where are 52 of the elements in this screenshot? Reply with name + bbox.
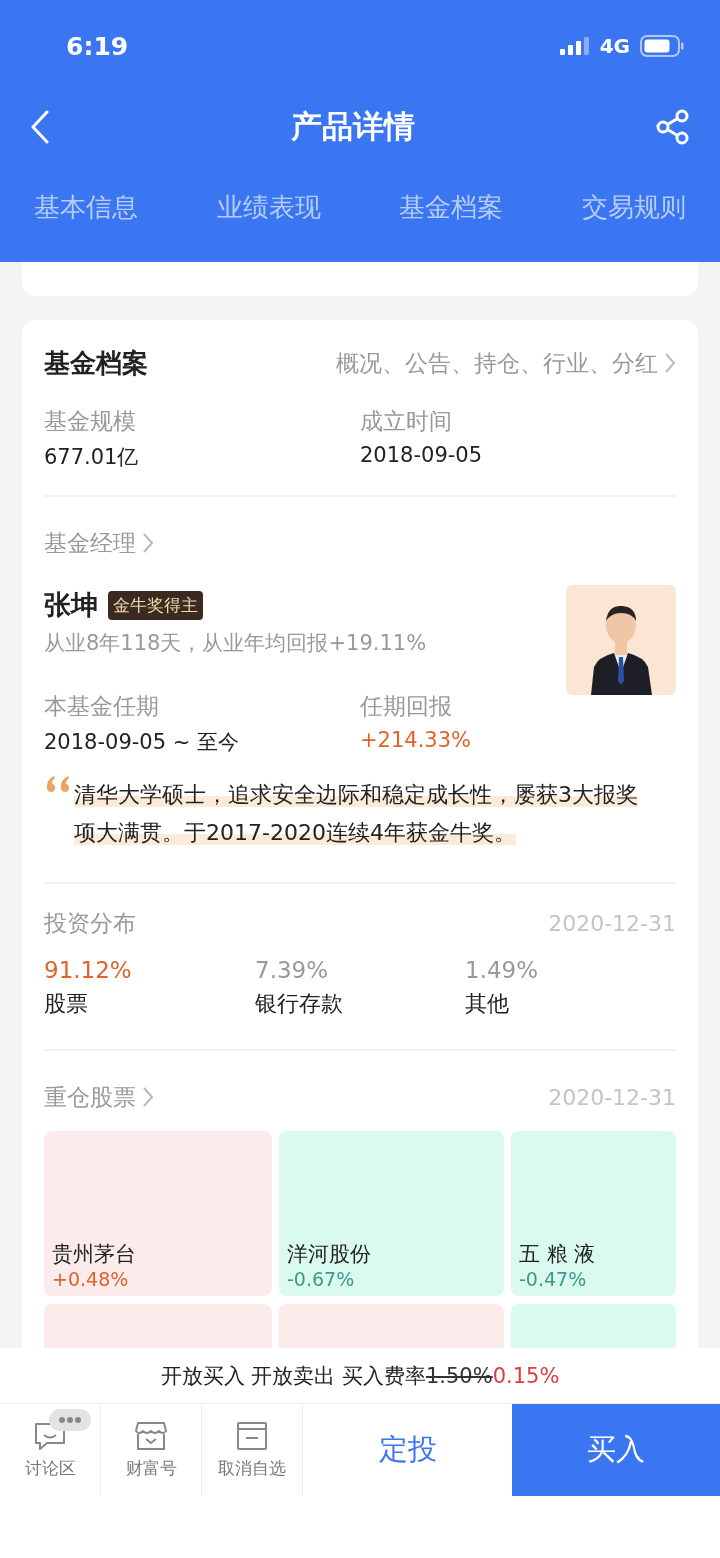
allocation-percent: 1.49% <box>465 957 540 983</box>
tab[interactable]: 交易规则 <box>573 189 694 225</box>
status-time: 6:19 <box>66 31 129 61</box>
stock-change: -0.47% <box>519 1268 588 1290</box>
stock-tile[interactable]: 洋河股份 -0.67% <box>279 1131 504 1296</box>
minus-box-icon <box>235 1420 269 1451</box>
share-icon[interactable] <box>656 109 690 145</box>
stock-tile[interactable]: 贵州茅台 +0.48% <box>44 1131 272 1296</box>
tab[interactable]: 基本信息 <box>26 189 146 225</box>
profile-link[interactable]: 概况、公告、持仓、行业、分红 <box>336 347 676 379</box>
manager-quote: 清华大学硕士，追求安全边际和稳定成长性，屡获3大报奖项大满贯。于2017-2020连续4年获金牛奖。 <box>74 781 639 847</box>
stat-value: 677.01亿 <box>44 444 140 471</box>
allocation-percent: 7.39% <box>255 957 330 983</box>
stat-value: +214.33% <box>360 728 473 752</box>
stock-name: 贵州茅台 <box>52 1241 137 1268</box>
chevron-icon <box>142 1086 154 1108</box>
network-label: 4G <box>599 34 630 58</box>
allocation-label: 其他 <box>465 990 510 1018</box>
stat-value: 2018-09-05 <box>360 443 484 467</box>
tab[interactable]: 业绩表现 <box>208 189 329 225</box>
store-icon <box>134 1420 168 1451</box>
back-icon[interactable] <box>30 110 50 144</box>
tab[interactable]: 基金档案 <box>391 189 512 225</box>
more-icon <box>49 1408 91 1431</box>
report-date: 2020-12-31 <box>548 911 676 936</box>
manager-name: 张坤 <box>44 588 98 622</box>
signal-icon <box>559 37 590 55</box>
report-date: 2020-12-31 <box>548 1084 676 1110</box>
section-title: 基金档案 <box>44 346 148 380</box>
allocation-label: 银行存款 <box>255 990 344 1018</box>
stat-label: 成立时间 <box>360 407 453 436</box>
buy-button[interactable]: 买入 <box>512 1404 720 1496</box>
battery-icon <box>640 35 684 57</box>
manager-summary: 从业8年118天，从业年均回报+19.11% <box>44 630 427 657</box>
page-title: 产品详情 <box>291 107 415 146</box>
section-title: 投资分布 <box>44 909 136 938</box>
allocation-percent: 91.12% <box>44 957 133 983</box>
stock-change: +0.48% <box>52 1268 130 1290</box>
stock-name: 洋河股份 <box>287 1241 372 1268</box>
stat-value: 2018-09-05 ~ 至今 <box>44 729 240 756</box>
stock-tile[interactable]: 五 粮 液 -0.47% <box>511 1131 676 1296</box>
stat-label: 本基金任期 <box>44 692 160 721</box>
allocation-label: 股票 <box>44 990 89 1018</box>
award-badge: 金牛奖得主 <box>108 590 203 620</box>
chevron-icon <box>142 532 154 554</box>
holdings-link[interactable]: 重仓股票 <box>44 1075 154 1119</box>
stock-change: -0.67% <box>287 1268 356 1290</box>
stat-label: 基金规模 <box>44 407 137 436</box>
manager-link[interactable]: 基金经理 <box>44 521 154 565</box>
stat-label: 任期回报 <box>360 692 453 721</box>
stock-name: 五 粮 液 <box>519 1241 597 1268</box>
chevron-icon <box>664 352 676 374</box>
